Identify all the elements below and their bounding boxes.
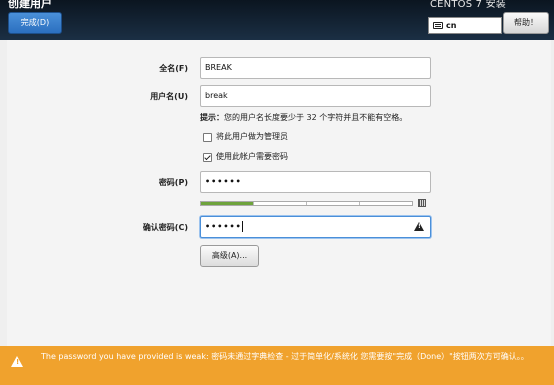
username-field[interactable]: break <box>200 85 431 107</box>
warning-message: The password you have provided is weak: … <box>41 352 529 361</box>
admin-checkbox[interactable] <box>203 133 212 142</box>
keyboard-icon <box>433 22 443 29</box>
advanced-button[interactable]: 高级(A)... <box>200 245 259 267</box>
username-label: 用户名(U) <box>150 92 188 101</box>
top-bar: 创建用户 完成(D) CENTOS 7 安装 cn 帮助！ <box>0 0 554 40</box>
username-hint: 提示：您的用户名长度要少于 32 个字符并且不能有空格。 <box>200 113 407 123</box>
strength-divider <box>306 202 307 205</box>
strength-divider <box>253 202 254 205</box>
hint-prefix: 提示： <box>200 113 224 122</box>
password-strength-icon <box>418 199 426 207</box>
hint-text: 您的用户名长度要少于 32 个字符并且不能有空格。 <box>224 113 408 122</box>
help-button[interactable]: 帮助！ <box>503 12 549 34</box>
password-field[interactable]: •••••• <box>200 171 431 193</box>
confirm-password-label: 确认密码(C) <box>142 223 188 232</box>
warning-icon <box>11 356 23 367</box>
keyboard-layout-indicator[interactable]: cn <box>428 17 502 34</box>
require-password-label[interactable]: 使用此帐户需要密码 <box>216 152 288 162</box>
confirm-password-value: •••••• <box>205 222 242 231</box>
install-title: CENTOS 7 安装 <box>429 0 506 10</box>
warning-icon <box>414 222 424 231</box>
password-strength-fill <box>201 202 254 205</box>
fullname-label: 全名(F) <box>159 64 188 73</box>
keyboard-layout-label: cn <box>446 21 457 30</box>
password-label: 密码(P) <box>158 178 188 187</box>
warning-bar: The password you have provided is weak: … <box>0 346 554 385</box>
admin-checkbox-label[interactable]: 将此用户做为管理员 <box>216 132 288 142</box>
strength-divider <box>359 202 360 205</box>
fullname-field[interactable]: BREAK <box>200 57 431 79</box>
require-password-checkbox[interactable] <box>203 153 212 162</box>
confirm-password-field[interactable]: •••••• <box>200 216 431 238</box>
password-strength-bar <box>200 201 413 206</box>
page-title: 创建用户 <box>8 0 52 10</box>
text-cursor <box>241 221 243 232</box>
done-button[interactable]: 完成(D) <box>8 12 62 34</box>
